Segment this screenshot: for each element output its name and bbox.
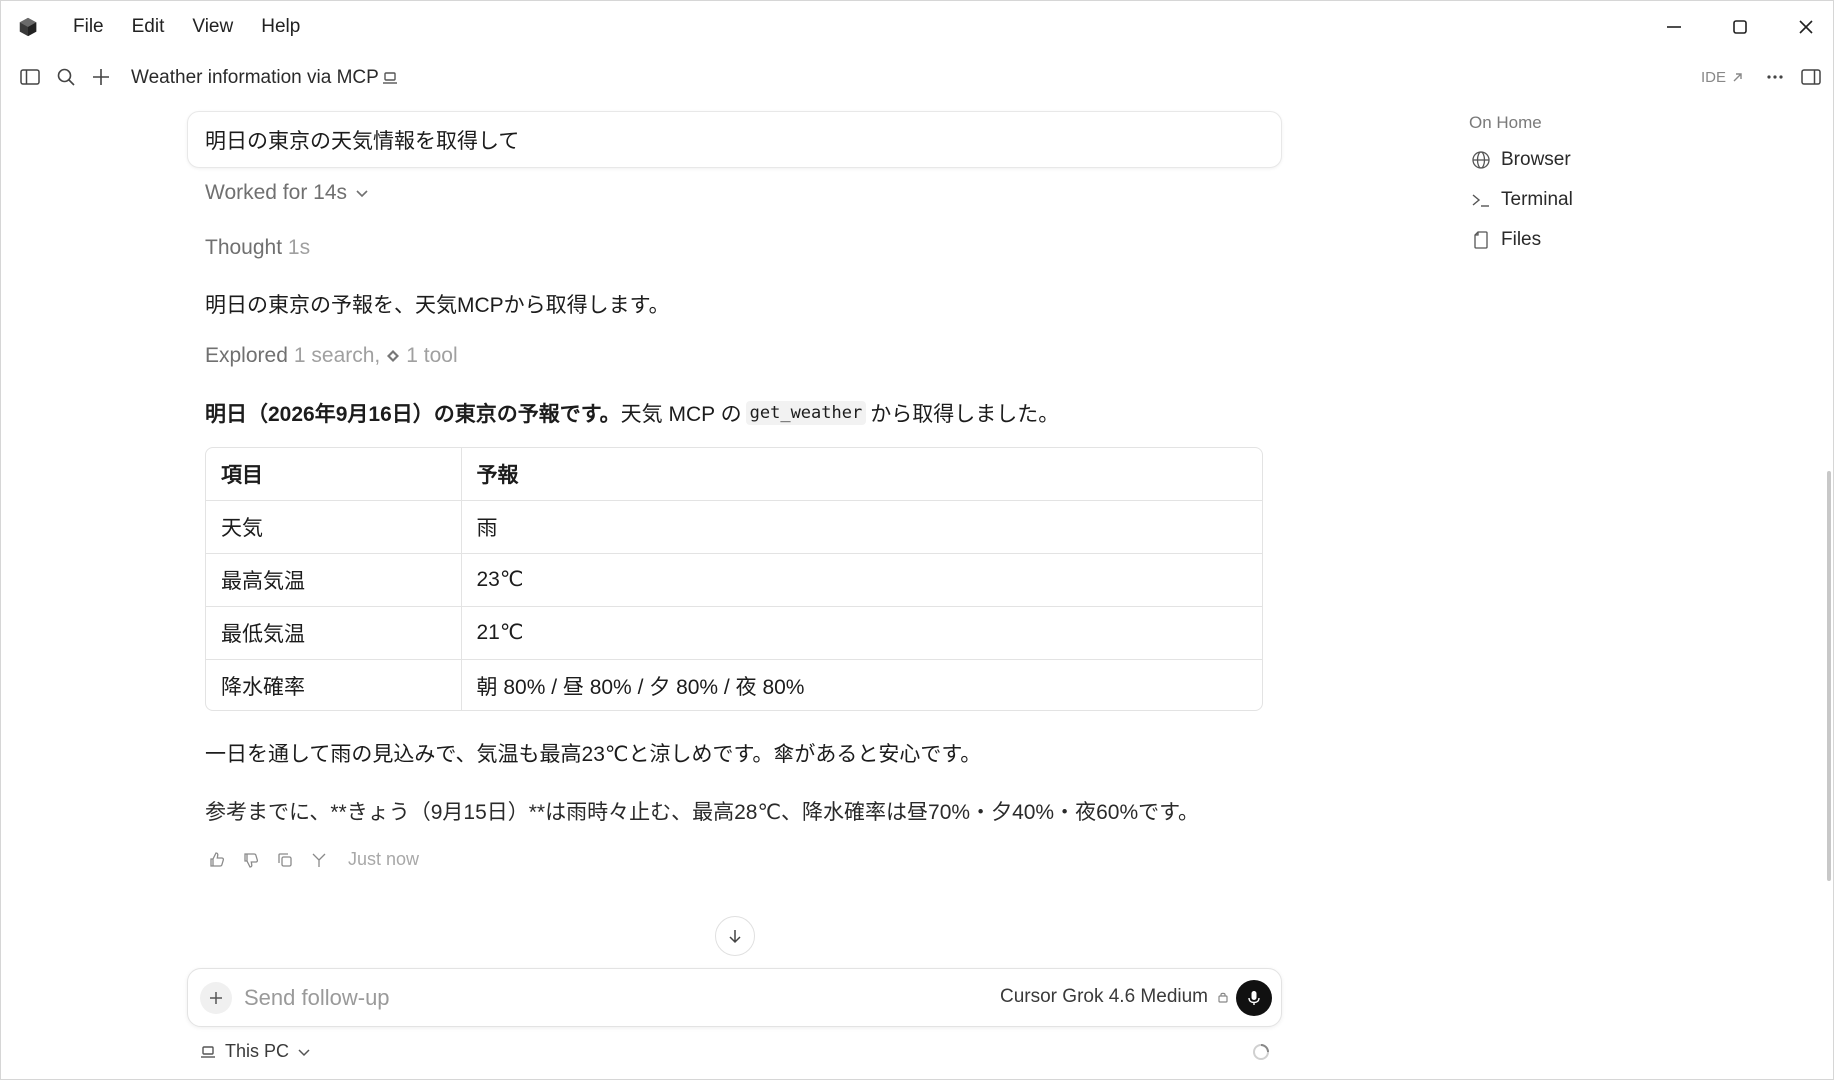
table-header-item: 項目	[206, 448, 462, 502]
side-item-label: Terminal	[1501, 189, 1573, 210]
table-row: 降水確率 朝 80% / 昼 80% / 夕 80% / 夜 80%	[206, 659, 1262, 710]
menu-view[interactable]: View	[178, 1, 247, 53]
explored-search: 1 search,	[293, 344, 381, 367]
thumbs-down-icon[interactable]	[242, 851, 260, 869]
app-window: File Edit View Help Weather information …	[0, 0, 1834, 1080]
table-row: 天気 雨	[206, 500, 1262, 555]
thumbs-up-icon[interactable]	[208, 851, 226, 869]
table-cell: 21℃	[461, 606, 1262, 660]
ide-label: IDE	[1701, 69, 1727, 86]
chevron-down-icon	[298, 1048, 310, 1056]
tool-icon	[387, 350, 400, 362]
table-cell: 23℃	[461, 553, 1262, 607]
table-cell: 天気	[206, 500, 462, 555]
side-item-browser[interactable]: Browser	[1471, 149, 1571, 171]
table-row: 最高気温 23℃	[206, 553, 1262, 607]
menu-edit[interactable]: Edit	[118, 1, 179, 53]
toggle-sidebar-button[interactable]	[18, 65, 42, 89]
thought-row[interactable]: Thought 1s	[205, 236, 310, 260]
side-item-label: Browser	[1501, 149, 1571, 170]
environment-label: This PC	[225, 1041, 290, 1061]
assistant-intro-text: 明日の東京の予報を、天気MCPから取得します。	[205, 294, 670, 317]
table-cell: 朝 80% / 昼 80% / 夕 80% / 夜 80%	[476, 675, 805, 699]
more-options-button[interactable]	[1763, 65, 1787, 89]
branch-icon[interactable]	[310, 851, 328, 869]
maximize-button[interactable]	[1707, 1, 1773, 53]
new-chat-button[interactable]	[89, 65, 113, 89]
attach-button[interactable]	[200, 982, 232, 1014]
table-header-row: 項目 予報	[206, 448, 1262, 502]
answer-mid-text: 天気 MCP の	[620, 403, 742, 426]
close-icon	[1799, 20, 1813, 34]
globe-icon	[1472, 151, 1490, 169]
message-timestamp: Just now	[348, 849, 420, 869]
laptop-icon	[383, 72, 397, 84]
worked-label: Worked for 14s	[205, 181, 348, 204]
follow-up-input[interactable]	[244, 981, 864, 1015]
menu-items: File Edit View Help	[59, 1, 314, 53]
laptop-icon	[201, 1045, 215, 1058]
external-link-icon	[1733, 72, 1742, 81]
menu-bar: File Edit View Help	[1, 1, 1833, 53]
scroll-to-bottom-button[interactable]	[715, 916, 755, 956]
menu-help[interactable]: Help	[247, 1, 314, 53]
toggle-right-panel-button[interactable]	[1799, 65, 1823, 89]
ide-button[interactable]: IDE	[1701, 69, 1744, 86]
search-button[interactable]	[54, 65, 78, 89]
conversation-title[interactable]: Weather information via MCP	[131, 67, 379, 89]
assistant-reference-text: 参考までに、**きょう（9月15日）**は雨時々止む、最高28℃、降水確率は昼7…	[205, 801, 1200, 824]
voice-input-button[interactable]	[1236, 980, 1272, 1016]
table-cell: 最高気温	[206, 553, 462, 607]
side-item-label: Files	[1501, 229, 1542, 250]
composer: Cursor Grok 4.6 Medium	[187, 968, 1282, 1027]
message-actions: Just now	[208, 849, 419, 870]
table-row: 最低気温 21℃	[206, 606, 1262, 660]
chevron-down-icon	[356, 190, 368, 198]
model-selector[interactable]: Cursor Grok 4.6 Medium	[1000, 986, 1230, 1008]
app-logo-icon	[19, 17, 37, 37]
menu-file[interactable]: File	[59, 1, 118, 53]
assistant-summary-text: 一日を通して雨の見込みで、気温も最高23℃と涼しめです。傘があると安心です。	[205, 743, 982, 766]
inline-code: get_weather	[745, 401, 867, 425]
table-cell: 雨	[461, 500, 1262, 555]
terminal-icon	[1472, 194, 1489, 207]
lock-icon	[1218, 992, 1228, 1003]
copy-icon[interactable]	[276, 851, 294, 869]
environment-selector[interactable]: This PC	[199, 1041, 311, 1062]
user-prompt-bubble: 明日の東京の天気情報を取得して	[187, 111, 1282, 168]
thought-label: Thought	[205, 236, 283, 259]
side-panel-heading: On Home	[1469, 113, 1542, 132]
answer-end-text: から取得しました。	[870, 403, 1060, 426]
explored-row[interactable]: Explored 1 search, 1 tool	[205, 344, 458, 368]
file-icon	[1474, 231, 1488, 249]
explored-tool: 1 tool	[406, 344, 458, 367]
maximize-icon	[1733, 20, 1747, 34]
thought-duration: 1s	[287, 236, 311, 259]
table-header-forecast: 予報	[461, 448, 1262, 502]
scrollbar[interactable]	[1827, 471, 1831, 881]
answer-bold-text: 明日（2026年9月16日）の東京の予報です。	[205, 403, 621, 426]
plus-icon	[93, 69, 109, 85]
minimize-button[interactable]	[1641, 1, 1707, 53]
forecast-table: 項目 予報 天気 雨 最高気温 23℃ 最低気温 21℃ 降水確率 朝 80% …	[205, 447, 1263, 711]
plus-icon	[210, 992, 222, 1004]
side-item-files[interactable]: Files	[1471, 229, 1541, 251]
table-cell: 最低気温	[206, 606, 462, 660]
model-label: Cursor Grok 4.6 Medium	[1000, 986, 1209, 1007]
more-icon	[1767, 75, 1783, 79]
minimize-icon	[1667, 26, 1681, 28]
answer-summary: 明日（2026年9月16日）の東京の予報です。 天気 MCP の get_wea…	[205, 398, 1059, 428]
loading-spinner-icon	[1253, 1044, 1269, 1060]
explored-label: Explored	[205, 344, 288, 367]
table-cell: 降水確率	[206, 659, 462, 710]
arrow-down-icon	[729, 930, 741, 944]
sidebar-icon	[20, 69, 40, 85]
search-icon	[57, 68, 75, 86]
user-prompt-text: 明日の東京の天気情報を取得して	[205, 129, 520, 153]
microphone-icon	[1248, 991, 1260, 1005]
close-button[interactable]	[1773, 1, 1834, 53]
right-panel-icon	[1801, 69, 1821, 85]
worked-toggle[interactable]: Worked for 14s	[205, 181, 369, 205]
side-item-terminal[interactable]: Terminal	[1471, 189, 1573, 211]
